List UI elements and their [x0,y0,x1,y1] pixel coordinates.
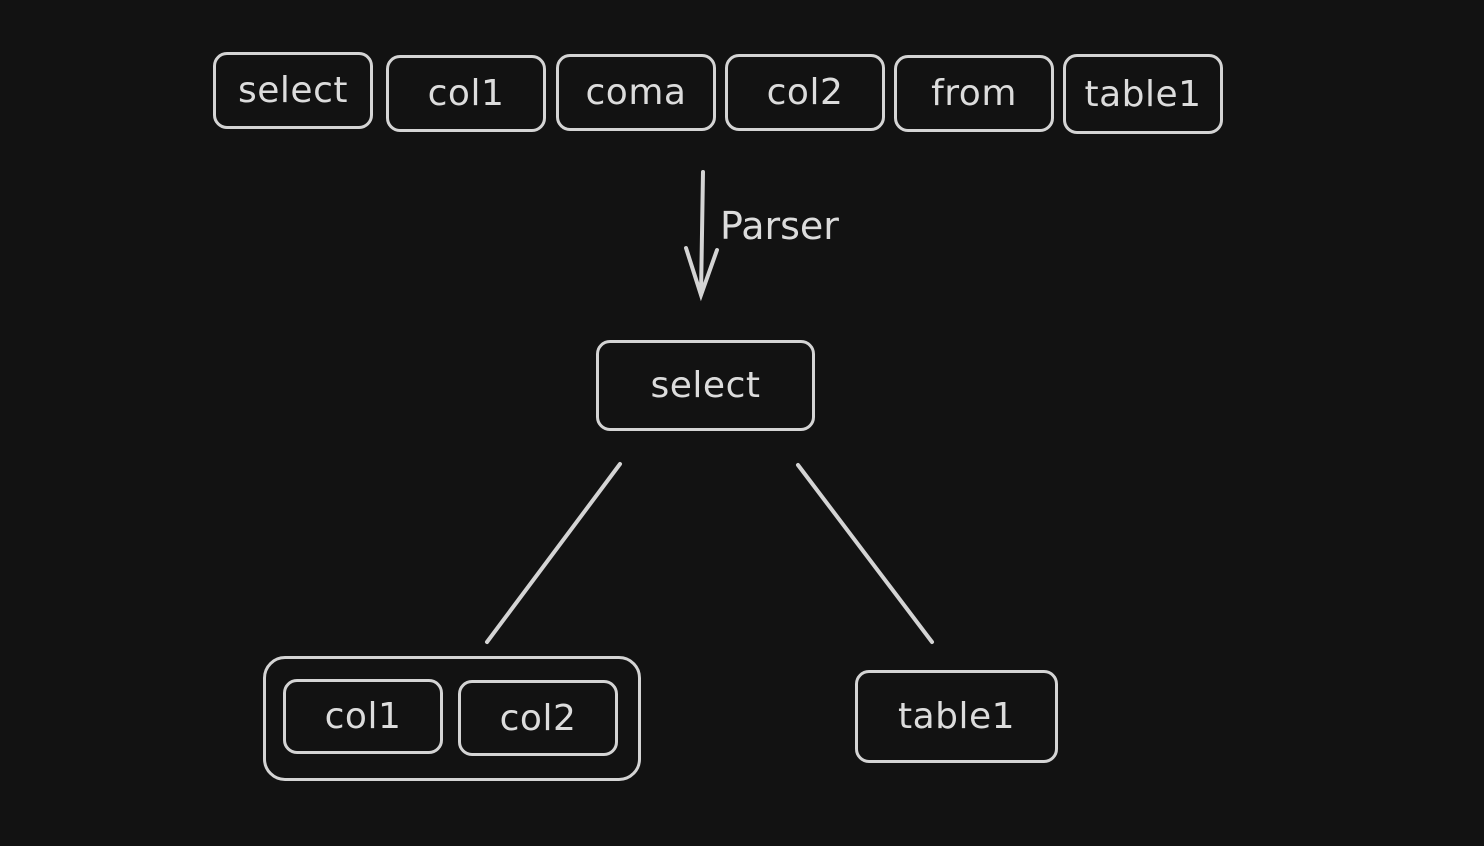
tree-col2: col2 [458,680,618,756]
edge-select-columns [485,462,622,644]
tree-root-select: select [596,340,815,431]
parser-arrow-icon [684,170,719,302]
parser-label: Parser [720,204,839,248]
edge-select-table [796,463,934,644]
tree-col1: col1 [283,679,443,754]
tree-table1: table1 [855,670,1058,763]
